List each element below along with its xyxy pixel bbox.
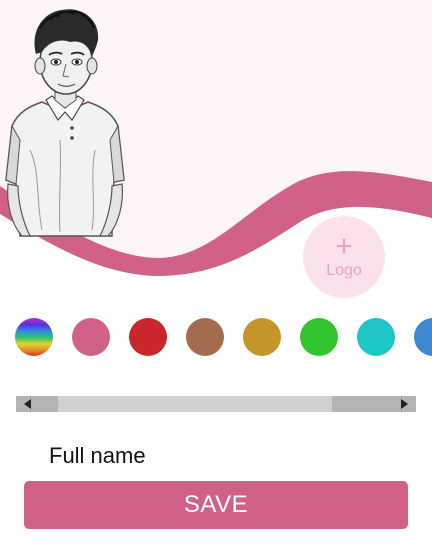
plus-icon: + <box>335 230 353 263</box>
save-button[interactable]: SAVE <box>24 481 408 529</box>
scroll-left-arrow-icon[interactable] <box>24 399 31 409</box>
add-logo-button[interactable]: + Logo <box>303 216 385 298</box>
color-swatch-blue[interactable] <box>414 318 432 356</box>
avatar-illustration <box>5 9 125 237</box>
color-swatch-mustard[interactable] <box>243 318 281 356</box>
color-swatch-brown[interactable] <box>186 318 224 356</box>
color-swatch-red[interactable] <box>129 318 167 356</box>
horizontal-scrollbar[interactable] <box>16 396 416 412</box>
add-logo-label: Logo <box>326 262 362 279</box>
scroll-right-arrow-icon[interactable] <box>401 399 408 409</box>
scrollbar-left-track[interactable] <box>16 396 58 412</box>
color-swatch-pink[interactable] <box>72 318 110 356</box>
color-swatch-green[interactable] <box>300 318 338 356</box>
color-swatch-rainbow[interactable] <box>15 318 53 356</box>
color-swatch-teal[interactable] <box>357 318 395 356</box>
color-swatch-row <box>0 318 432 358</box>
full-name-label: Full name <box>49 443 146 468</box>
